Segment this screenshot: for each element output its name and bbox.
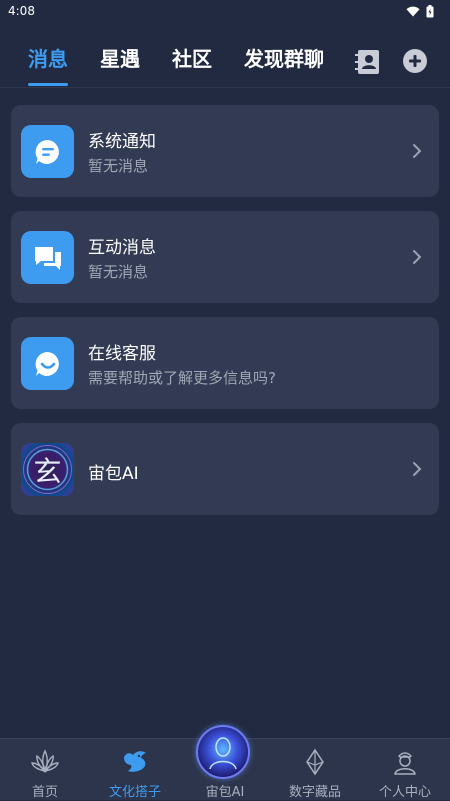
battery-icon: [426, 4, 434, 17]
message-subtitle: 需要帮助或了解更多信息吗?: [88, 369, 276, 387]
contacts-button[interactable]: [354, 48, 382, 76]
message-item-interaction[interactable]: 互动消息 暂无消息: [11, 211, 439, 303]
add-button[interactable]: [402, 48, 428, 74]
notice-icon: [35, 139, 59, 164]
bird-icon: [124, 751, 146, 772]
nav-label: 数字藏品: [288, 785, 341, 800]
nav-culture-partner[interactable]: 文化搭子: [90, 739, 180, 801]
active-tab-indicator: [28, 83, 68, 86]
person-icon: [394, 752, 416, 775]
lotus-icon: [31, 749, 59, 773]
tab-discover-groups[interactable]: 发现群聊: [244, 46, 324, 72]
nav-digital-collectibles[interactable]: 数字藏品: [270, 739, 360, 801]
tab-star-meet[interactable]: 星遇: [100, 46, 140, 72]
chevron-right-icon: [413, 144, 422, 158]
status-icons: [406, 4, 434, 18]
nav-ai[interactable]: 宙包AI: [180, 725, 270, 801]
ai-figure-icon: [209, 737, 237, 770]
interaction-avatar: [21, 231, 74, 284]
nav-label: 个人中心: [378, 785, 431, 800]
contacts-book-icon: [355, 50, 379, 74]
message-item-system-notice[interactable]: 系统通知 暂无消息: [11, 105, 439, 197]
support-smile-icon: [35, 351, 59, 376]
chevron-right-icon: [413, 462, 422, 476]
message-title: 互动消息: [88, 238, 156, 258]
notice-avatar: [21, 125, 74, 178]
nav-label: 文化搭子: [108, 785, 161, 800]
ai-xuan-logo: 玄: [21, 443, 74, 496]
top-tab-bar: 消息 星遇 社区 发现群聊: [0, 36, 450, 88]
tab-messages[interactable]: 消息: [28, 46, 68, 72]
tab-community[interactable]: 社区: [172, 46, 212, 72]
wifi-icon: [406, 6, 420, 16]
ai-logo-text: 玄: [33, 454, 62, 488]
status-bar: 4:08: [0, 0, 450, 22]
nav-profile[interactable]: 个人中心: [360, 739, 450, 801]
message-title: 系统通知: [88, 132, 156, 152]
message-title: 宙包AI: [88, 464, 139, 484]
message-item-online-support[interactable]: 在线客服 需要帮助或了解更多信息吗?: [11, 317, 439, 409]
plus-circle-icon: [403, 49, 427, 73]
message-item-ai[interactable]: 玄 宙包AI: [11, 423, 439, 515]
support-avatar: [21, 337, 74, 390]
chevron-right-icon: [413, 250, 422, 264]
status-time: 4:08: [8, 4, 35, 18]
crystal-icon: [306, 748, 324, 776]
bottom-nav: 首页 文化搭子 宙包AI 数字藏品 个人中心: [0, 725, 450, 801]
chat-bubbles-icon: [34, 246, 61, 270]
nav-label: 宙包AI: [205, 785, 245, 800]
nav-label: 首页: [31, 785, 58, 800]
message-subtitle: 暂无消息: [88, 263, 149, 281]
nav-home[interactable]: 首页: [0, 739, 90, 801]
ai-orb-icon: [196, 725, 250, 779]
message-title: 在线客服: [88, 344, 156, 364]
message-subtitle: 暂无消息: [88, 157, 149, 175]
